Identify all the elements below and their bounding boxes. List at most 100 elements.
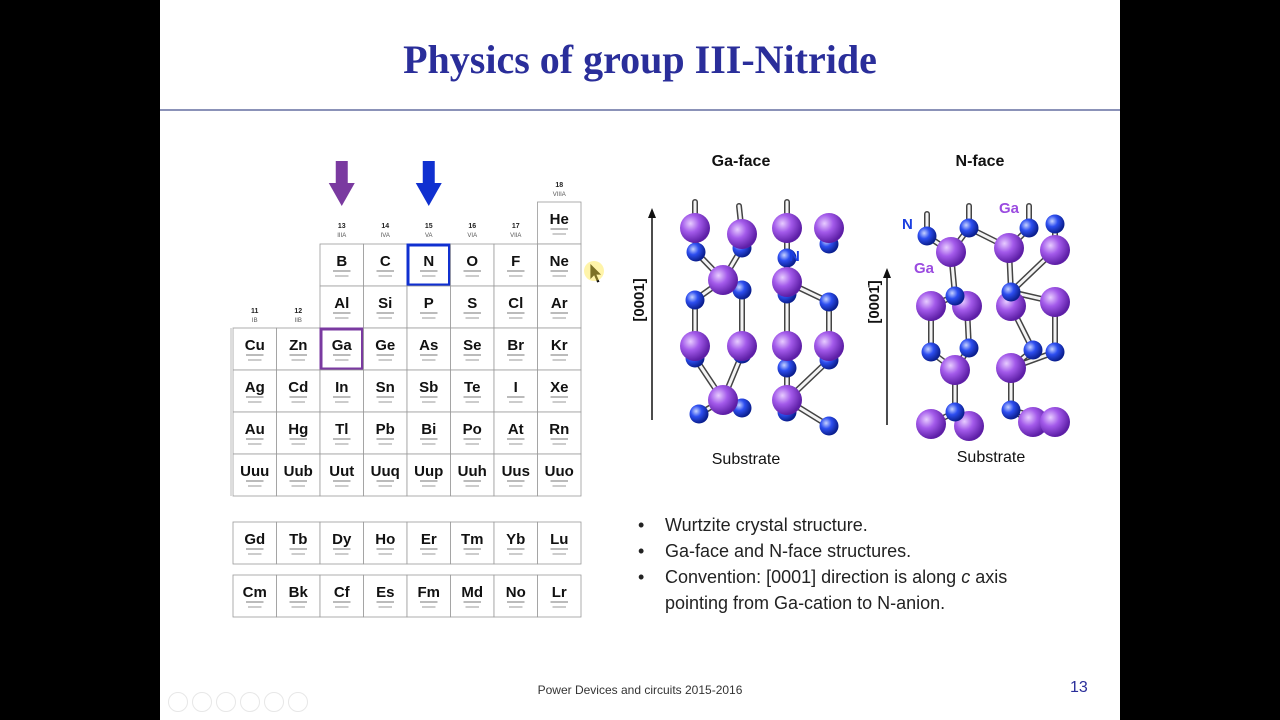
element-cell-cu: Cu xyxy=(232,327,277,371)
element-mass-line xyxy=(248,401,262,403)
group-number: 18 xyxy=(555,182,563,189)
element-cell-xe: Xe xyxy=(537,369,582,413)
element-symbol: Uuq xyxy=(371,463,400,480)
element-name-line xyxy=(463,548,481,550)
slides-grid-icon[interactable] xyxy=(240,692,260,712)
element-cell-er: Er xyxy=(406,521,451,565)
element-name-line xyxy=(550,354,568,356)
element-cell-tm: Tm xyxy=(450,521,495,565)
prev-slide-icon[interactable] xyxy=(168,692,188,712)
element-symbol: Ge xyxy=(375,337,395,354)
element-name-line xyxy=(333,312,351,314)
substrate-label-nface: Substrate xyxy=(957,449,1026,466)
n-atom xyxy=(819,292,839,312)
element-symbol: Kr xyxy=(551,337,568,354)
element-mass-line xyxy=(422,553,436,555)
element-symbol: Pb xyxy=(376,421,395,438)
bullet-text-italic: c xyxy=(961,567,971,587)
ga-atom xyxy=(708,265,738,295)
element-symbol: Sb xyxy=(419,379,438,396)
element-cell-rn: Rn xyxy=(537,411,582,455)
element-cell-cl: Cl xyxy=(493,285,538,329)
element-symbol: He xyxy=(550,211,569,228)
element-symbol: Cu xyxy=(245,337,265,354)
ga-atom xyxy=(1040,287,1070,317)
n-atom xyxy=(959,338,979,358)
element-name-line xyxy=(289,354,307,356)
element-mass-line xyxy=(509,359,523,361)
element-cell-cf: Cf xyxy=(319,574,364,618)
n-atom xyxy=(959,218,979,238)
element-cell-no: No xyxy=(493,574,538,618)
bullet-item: • Ga-face and N-face structures. xyxy=(638,541,912,561)
element-name-line xyxy=(289,548,307,550)
element-mass-line xyxy=(248,606,262,608)
element-symbol: Al xyxy=(334,295,349,312)
group-roman: IB xyxy=(252,318,258,324)
page-number: 13 xyxy=(1070,679,1088,696)
element-cell-ga: Ga xyxy=(319,327,364,371)
n-atom-label-nface: N xyxy=(902,216,913,233)
element-name-line xyxy=(376,480,394,482)
ga-atom xyxy=(994,233,1024,263)
element-cell-lu: Lu xyxy=(537,521,582,565)
ga-atom xyxy=(680,331,710,361)
slide-controls[interactable] xyxy=(168,692,308,712)
element-cell-es: Es xyxy=(363,574,408,618)
element-mass-line xyxy=(291,606,305,608)
element-cell-po: Po xyxy=(450,411,495,455)
element-mass-line xyxy=(422,359,436,361)
element-cell-bk: Bk xyxy=(276,574,321,618)
element-symbol: Md xyxy=(461,584,483,601)
element-symbol: Uuo xyxy=(545,463,574,480)
element-symbol: Uuh xyxy=(458,463,487,480)
ga-atom xyxy=(1040,407,1070,437)
element-mass-line xyxy=(465,606,479,608)
element-symbol: Gd xyxy=(244,531,265,548)
element-mass-line xyxy=(335,553,349,555)
ga-atom xyxy=(772,331,802,361)
n-atom xyxy=(1045,342,1065,362)
element-symbol: P xyxy=(424,295,434,312)
bullet-text-line2: pointing from Ga-cation to N-anion. xyxy=(665,593,946,613)
crystal-structure-diagram: Ga-face N-face [0001] [0001̄] Ga N N Ga … xyxy=(631,153,1070,468)
more-options-icon[interactable] xyxy=(288,692,308,712)
zoom-icon[interactable] xyxy=(264,692,284,712)
element-symbol: Xe xyxy=(550,379,568,396)
group-number: 14 xyxy=(381,223,389,230)
element-name-line xyxy=(550,396,568,398)
element-mass-line xyxy=(378,359,392,361)
element-name-line xyxy=(507,601,525,603)
ga-axis-label: [0001] xyxy=(631,278,648,321)
element-mass-line xyxy=(422,606,436,608)
element-symbol: N xyxy=(423,253,434,270)
bullet-list: • Wurtzite crystal structure. • Ga-face an… xyxy=(638,512,1098,616)
element-name-line xyxy=(333,354,351,356)
element-name-line xyxy=(463,270,481,272)
element-mass-line xyxy=(465,553,479,555)
element-cell-ge: Ge xyxy=(363,327,408,371)
element-mass-line xyxy=(291,485,305,487)
element-cell-cm: Cm xyxy=(232,574,277,618)
element-name-line xyxy=(507,312,525,314)
element-cell-bi: Bi xyxy=(406,411,451,455)
element-mass-line xyxy=(552,485,566,487)
group-roman: VIIA xyxy=(510,233,521,239)
element-mass-line xyxy=(465,359,479,361)
pen-icon[interactable] xyxy=(216,692,236,712)
element-mass-line xyxy=(291,359,305,361)
n-atom xyxy=(777,358,797,378)
table-edge xyxy=(230,328,233,496)
element-name-line xyxy=(376,396,394,398)
element-symbol: At xyxy=(508,421,524,438)
n-face-lattice xyxy=(916,203,1070,441)
element-cell-ar: Ar xyxy=(537,285,582,329)
n-atom xyxy=(917,226,937,246)
element-name-line xyxy=(463,438,481,440)
next-slide-icon[interactable] xyxy=(192,692,212,712)
element-name-line xyxy=(550,228,568,230)
element-mass-line xyxy=(335,401,349,403)
element-mass-line xyxy=(248,485,262,487)
element-cell-uuu: Uuu xyxy=(232,453,277,497)
ga-atom xyxy=(940,355,970,385)
